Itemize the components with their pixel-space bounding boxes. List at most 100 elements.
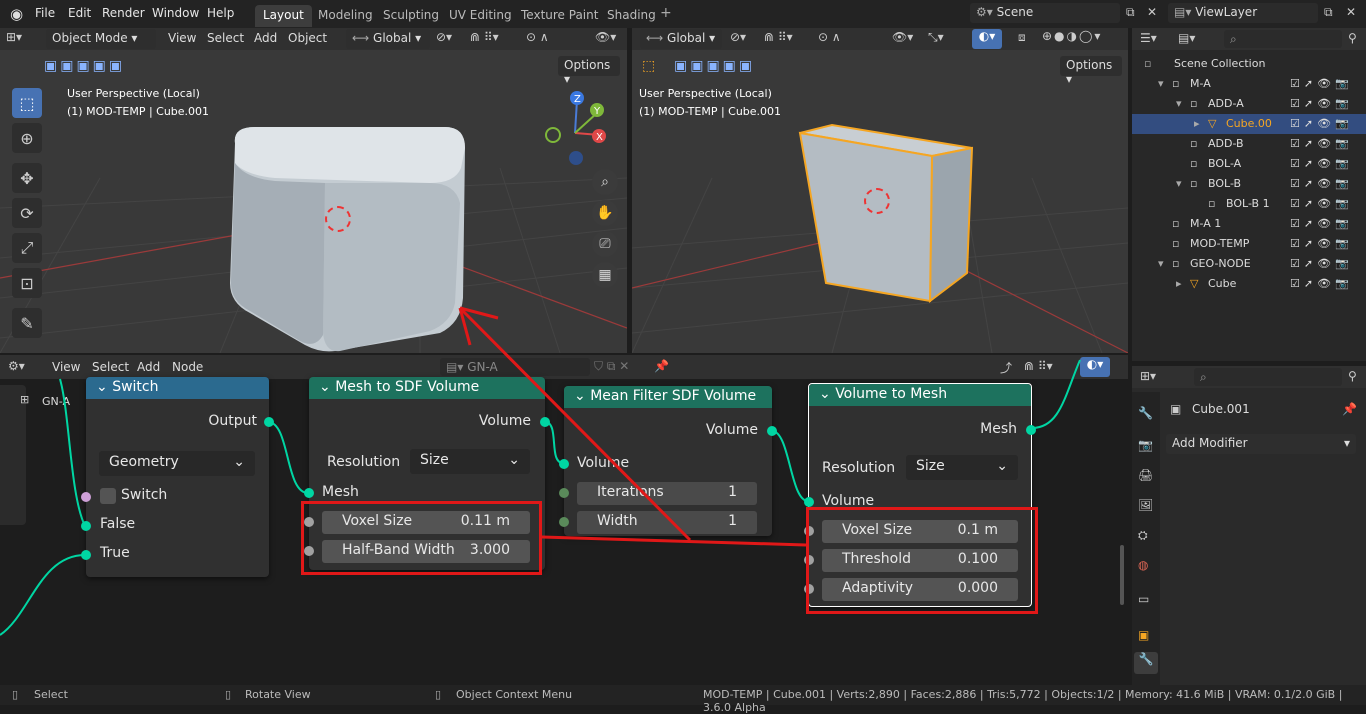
- menu-file[interactable]: File: [35, 6, 55, 20]
- collection-tab-icon[interactable]: ▭: [1138, 592, 1149, 606]
- mean-filter-output-socket[interactable]: [767, 426, 777, 436]
- outliner-display-mode-icon[interactable]: ☰▾: [1140, 31, 1157, 45]
- iterations-field[interactable]: Iterations 1: [577, 482, 757, 505]
- visibility-toggles-icon[interactable]: ☑➚👁📷: [1290, 237, 1353, 250]
- collapse-chevron-icon[interactable]: ⌄: [319, 379, 335, 395]
- zoom-icon[interactable]: ⌕: [592, 169, 618, 195]
- object-tab-icon[interactable]: ▣: [1138, 628, 1149, 642]
- mesh-to-sdf-output-socket[interactable]: [540, 417, 550, 427]
- visibility-toggles-icon[interactable]: ☑➚👁📷: [1290, 277, 1353, 290]
- delete-scene-icon[interactable]: ✕: [1147, 5, 1157, 19]
- visibility-toggles-icon[interactable]: ☑➚👁📷: [1290, 197, 1353, 210]
- modifier-tab-icon[interactable]: 🔧: [1134, 652, 1158, 674]
- properties-search-input[interactable]: ⌕: [1194, 368, 1342, 386]
- switch-node-header[interactable]: ⌄ Switch: [86, 377, 269, 399]
- menu-edit[interactable]: Edit: [68, 6, 91, 20]
- node-editor[interactable]: ⚙▾ View Select Add Node ▤▾ GN-A ⛉ ⧉ ✕ 📌 …: [0, 355, 1128, 685]
- collapse-chevron-icon[interactable]: ⌄: [819, 386, 835, 402]
- outliner-filter-funnel-icon[interactable]: ⚲: [1348, 31, 1357, 45]
- proportional-edit-icon[interactable]: ⊙ ∧: [526, 30, 549, 44]
- switch-bool-socket[interactable]: [81, 492, 91, 502]
- annotate-tool-icon[interactable]: ✎: [12, 308, 42, 338]
- expand-toggle-icon[interactable]: ▸: [1194, 117, 1200, 130]
- tab-modeling[interactable]: Modeling: [310, 5, 381, 27]
- view-layer-selector[interactable]: ▤▾ ViewLayer: [1168, 3, 1318, 23]
- width-socket[interactable]: [559, 517, 569, 527]
- switch-node[interactable]: ⌄ Switch Output Geometry ⌄ Switch False T…: [81, 377, 274, 577]
- mean-filter-node[interactable]: ⌄ Mean Filter SDF Volume Volume Volume I…: [559, 386, 777, 536]
- visibility-toggles-icon[interactable]: ☑➚👁📷: [1290, 117, 1353, 130]
- mean-filter-header[interactable]: ⌄ Mean Filter SDF Volume: [564, 386, 772, 408]
- pivot-icon-right[interactable]: ⊘▾: [730, 30, 746, 44]
- snap-icon[interactable]: ⋒ ⠿▾: [470, 30, 499, 44]
- outliner-filter-icon[interactable]: ▤▾: [1178, 31, 1195, 45]
- visibility-toggles-icon[interactable]: ☑➚👁📷: [1290, 137, 1353, 150]
- visibility-icon[interactable]: 👁▾: [595, 30, 616, 44]
- outliner-row[interactable]: ▸ ▽ Cube ☑➚👁📷: [1132, 274, 1366, 294]
- volume-to-mesh-input-socket[interactable]: [804, 497, 814, 507]
- switch-checkbox[interactable]: [100, 488, 116, 504]
- outliner-row[interactable]: ▫ ADD-B ☑➚👁📷: [1132, 134, 1366, 154]
- outliner-row[interactable]: ▫ BOL-A ☑➚👁📷: [1132, 154, 1366, 174]
- visibility-toggles-icon[interactable]: ☑➚👁📷: [1290, 77, 1353, 90]
- transform-orientation-right[interactable]: ⟷ Global ▾: [640, 29, 722, 49]
- menu-help[interactable]: Help: [207, 6, 234, 20]
- rotate-tool-icon[interactable]: ⟳: [12, 198, 42, 228]
- output-tab-icon[interactable]: 🖨: [1138, 468, 1153, 482]
- pin-icon[interactable]: 📌: [1342, 402, 1357, 416]
- collapse-chevron-icon[interactable]: ⌄: [574, 388, 590, 404]
- mesh-to-sdf-header[interactable]: ⌄ Mesh to SDF Volume: [309, 377, 545, 399]
- proportional-edit-icon-right[interactable]: ⊙ ∧: [818, 30, 841, 44]
- options-button-right[interactable]: Options ▾: [1060, 56, 1122, 86]
- scene-selector[interactable]: ⚙▾ Scene: [970, 3, 1120, 23]
- outliner-row[interactable]: ▾ ▫ GEO-NODE ☑➚👁📷: [1132, 254, 1366, 274]
- volume-to-mesh-resolution-dropdown[interactable]: Size ⌄: [906, 455, 1018, 480]
- node-editor-scrollbar[interactable]: [1120, 545, 1124, 605]
- pivot-icon[interactable]: ⊘▾: [436, 30, 452, 44]
- camera-icon[interactable]: ⎚: [592, 231, 618, 257]
- visibility-toggles-icon[interactable]: ☑➚👁📷: [1290, 217, 1353, 230]
- outliner-row[interactable]: ▫ BOL-B 1 ☑➚👁📷: [1132, 194, 1366, 214]
- tab-uv-editing[interactable]: UV Editing: [441, 5, 520, 27]
- width-field[interactable]: Width 1: [577, 511, 757, 534]
- delete-view-layer-icon[interactable]: ✕: [1346, 5, 1356, 19]
- navigation-gizmo[interactable]: Z X Y: [540, 88, 610, 168]
- outliner-row[interactable]: ▾ ▫ BOL-B ☑➚👁📷: [1132, 174, 1366, 194]
- menu-render[interactable]: Render: [102, 6, 145, 20]
- collapse-chevron-icon[interactable]: ⌄: [96, 379, 112, 395]
- ortho-grid-icon[interactable]: ▦: [592, 262, 618, 288]
- switch-false-socket[interactable]: [81, 521, 91, 531]
- view-layer-tab-icon[interactable]: 🖼: [1138, 498, 1153, 512]
- outliner-row[interactable]: ▸ ▽ Cube.00 ☑➚👁📷: [1132, 114, 1366, 134]
- outliner-scene-collection[interactable]: ▫ Scene Collection: [1132, 54, 1366, 74]
- switch-true-socket[interactable]: [81, 550, 91, 560]
- expand-toggle-icon[interactable]: ▾: [1158, 257, 1164, 270]
- mesh-to-sdf-mesh-socket[interactable]: [304, 488, 314, 498]
- options-button[interactable]: Options ▾: [558, 56, 620, 86]
- properties-options-icon[interactable]: ⚲: [1348, 369, 1357, 383]
- expand-toggle-icon[interactable]: ▾: [1176, 177, 1182, 190]
- visibility-icon-right[interactable]: 👁▾: [892, 30, 913, 44]
- vp-menu-object[interactable]: Object: [288, 31, 327, 45]
- outliner-row[interactable]: ▾ ▫ M-A ☑➚👁📷: [1132, 74, 1366, 94]
- outliner-row[interactable]: ▫ MOD-TEMP ☑➚👁📷: [1132, 234, 1366, 254]
- expand-toggle-icon[interactable]: ▾: [1158, 77, 1164, 90]
- render-tab-icon[interactable]: 📷: [1138, 438, 1153, 452]
- visibility-toggles-icon[interactable]: ☑➚👁📷: [1290, 157, 1353, 170]
- expand-toggle-icon[interactable]: ▸: [1176, 277, 1182, 290]
- move-tool-icon[interactable]: ✥: [12, 163, 42, 193]
- add-modifier-button[interactable]: Add Modifier ▾: [1166, 434, 1356, 454]
- tab-texture-paint[interactable]: Texture Paint: [513, 5, 606, 27]
- vp-menu-view[interactable]: View: [168, 31, 196, 45]
- selection-mode-icons[interactable]: ▣▣▣▣▣: [44, 58, 125, 74]
- switch-type-dropdown[interactable]: Geometry ⌄: [99, 451, 255, 476]
- tab-layout[interactable]: Layout: [255, 5, 312, 27]
- world-tab-icon[interactable]: ◍: [1138, 558, 1148, 572]
- new-scene-icon[interactable]: ⧉: [1126, 5, 1135, 20]
- add-workspace-icon[interactable]: +: [660, 5, 672, 21]
- selection-mode-icons-right[interactable]: ▣▣▣▣▣: [674, 58, 755, 74]
- volume-to-mesh-header[interactable]: ⌄ Volume to Mesh: [809, 384, 1031, 406]
- menu-window[interactable]: Window: [152, 6, 199, 20]
- properties-editor-icon[interactable]: ⊞▾: [1140, 369, 1156, 383]
- visibility-toggles-icon[interactable]: ☑➚👁📷: [1290, 257, 1353, 270]
